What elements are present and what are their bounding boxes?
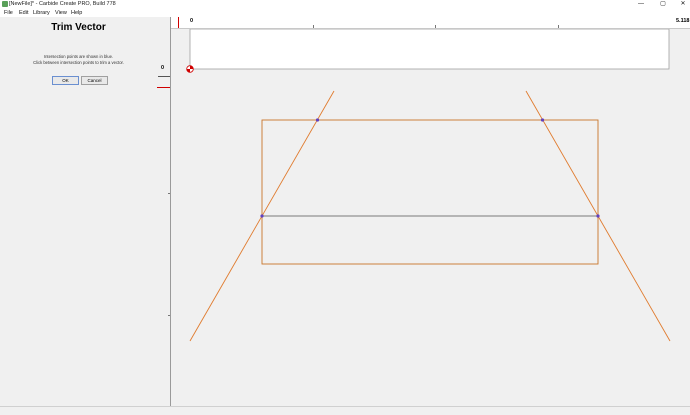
panel-instruction-2: Click between intersection points to tri… — [33, 60, 124, 65]
design-canvas[interactable] — [171, 28, 690, 406]
horizontal-ruler-max-label: 5.118 — [676, 18, 690, 24]
stock-area — [189, 28, 670, 70]
ruler-tick — [558, 25, 559, 28]
menu-view[interactable]: View — [55, 9, 67, 17]
menu-help[interactable]: Help — [71, 9, 82, 17]
vertical-ruler-zero-label: 0 — [161, 65, 165, 71]
menu-file[interactable]: File — [4, 9, 13, 17]
horizontal-ruler[interactable]: 0 5.118 — [171, 17, 690, 29]
maximize-button[interactable]: ▢ — [656, 0, 670, 9]
close-button[interactable]: ✕ — [676, 0, 690, 9]
horizontal-ruler-zero-label: 0 — [190, 18, 194, 24]
origin-marker-icon — [186, 65, 194, 73]
ruler-tick — [158, 76, 170, 77]
panel-title: Trim Vector — [51, 22, 106, 33]
rectangle-vector[interactable] — [261, 119, 599, 265]
trim-vector-panel: Trim Vector Intersection points are show… — [0, 17, 158, 406]
window-title: [NewFile]* - Carbide Create PRO, Build 7… — [9, 1, 116, 7]
title-bar: [NewFile]* - Carbide Create PRO, Build 7… — [0, 0, 690, 9]
vertical-ruler[interactable]: 0 — [157, 17, 171, 406]
ruler-tick — [313, 25, 314, 28]
cancel-button[interactable]: Cancel — [81, 76, 108, 85]
panel-instruction-1: Intersection points are shown in blue. — [43, 54, 114, 59]
minimize-button[interactable]: — — [634, 0, 648, 9]
ok-button[interactable]: OK — [52, 76, 79, 85]
menu-library[interactable]: Library — [33, 9, 50, 17]
menu-bar: File Edit Library View Help — [0, 9, 690, 17]
horizontal-position-marker — [178, 17, 179, 28]
intersection-point — [540, 118, 545, 122]
carbide-create-icon — [2, 1, 8, 7]
canvas-drawing[interactable] — [171, 28, 690, 406]
vertical-position-marker — [157, 87, 170, 88]
ruler-tick — [435, 25, 436, 28]
menu-edit[interactable]: Edit — [19, 9, 28, 17]
intersection-point — [260, 214, 264, 218]
intersection-point — [315, 118, 320, 122]
intersection-point — [596, 214, 600, 218]
